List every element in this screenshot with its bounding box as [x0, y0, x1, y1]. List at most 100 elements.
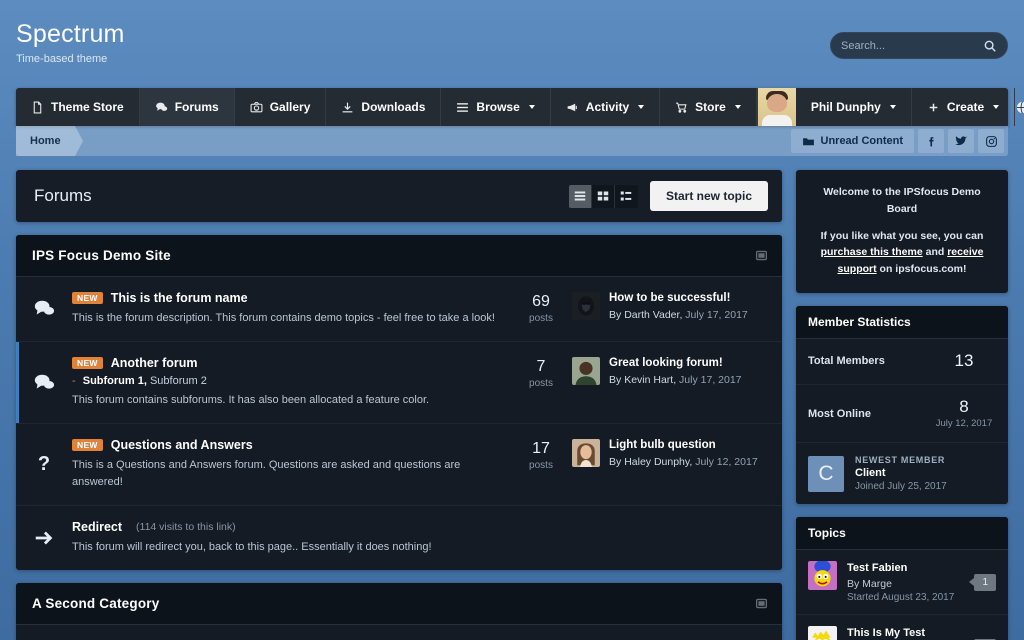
forum-icon-cell — [16, 520, 72, 556]
subforum-link[interactable]: Subforum 2 — [150, 375, 207, 387]
list-item[interactable]: This Is My Test By Bart Started August 1… — [796, 615, 1008, 640]
post-count: 17 — [532, 440, 550, 458]
nav-item-forums[interactable]: Forums — [139, 88, 235, 126]
breadcrumb-home[interactable]: Home — [16, 126, 83, 156]
create-menu-button[interactable]: Create — [912, 88, 1016, 126]
forum-name-link[interactable]: Questions and Answers — [111, 438, 253, 452]
member-statistics-title: Member Statistics — [796, 305, 1008, 339]
last-post-date: July 12, 2017 — [695, 455, 758, 468]
notifications-globe-button[interactable] — [1015, 88, 1024, 126]
nav-item-store[interactable]: Store — [660, 88, 757, 126]
kevin-hart-avatar[interactable] — [572, 357, 600, 386]
breadcrumb-spacer — [75, 126, 791, 156]
last-post-title[interactable]: How to be successful! — [609, 292, 748, 306]
forum-row-redirect[interactable]: Redirect (114 visits to this link) This … — [16, 506, 782, 570]
haley-dunphy-avatar[interactable] — [572, 439, 600, 468]
category-title: IPS Focus Demo Site — [32, 248, 171, 263]
forum-row[interactable]: NEW Another forum - Subforum 1, Subforum… — [16, 342, 782, 425]
forum-description: This is a Questions and Answers forum. Q… — [72, 459, 461, 489]
purchase-theme-link[interactable]: purchase this theme — [821, 246, 923, 258]
forum-row[interactable]: NEW This forum name is a little longer t… — [16, 625, 782, 640]
forum-info: Redirect (114 visits to this link) This … — [72, 520, 510, 556]
nav-item-downloads[interactable]: Downloads — [326, 88, 442, 126]
by-prefix: By — [609, 455, 622, 468]
newest-member-avatar[interactable]: C — [808, 455, 844, 492]
forum-info: NEW Another forum - Subforum 1, Subforum… — [72, 356, 510, 409]
last-post-date: July 17, 2017 — [685, 308, 748, 321]
page-body: Forums Start new topic IPS Focus Demo Si… — [0, 156, 1024, 640]
chevron-down-icon — [528, 105, 535, 109]
forum-name-link[interactable]: This is the forum name — [111, 291, 248, 305]
stat-row: Total Members 13 — [796, 339, 1008, 385]
forum-row[interactable]: ? NEW Questions and Answers This is a Qu… — [16, 424, 782, 507]
collapse-icon[interactable] — [755, 597, 768, 610]
forum-icon-cell — [16, 356, 72, 409]
topic-info: This Is My Test By Bart Started August 1… — [847, 626, 964, 640]
forum-icon-cell — [16, 291, 72, 327]
topic-title[interactable]: This Is My Test — [847, 626, 964, 640]
topics-title: Topics — [796, 517, 1008, 551]
bart-avatar[interactable] — [808, 626, 837, 640]
search-box[interactable] — [830, 32, 1008, 59]
search-input[interactable] — [841, 39, 983, 52]
list-item[interactable]: Test Fabien By Marge Started August 23, … — [796, 550, 1008, 616]
subforum-dash: - — [72, 375, 76, 388]
last-post-title[interactable]: Great looking forum! — [609, 357, 742, 371]
forum-name-link[interactable]: Redirect — [72, 520, 122, 534]
comments-icon — [155, 102, 167, 111]
collapse-icon[interactable] — [755, 249, 768, 262]
by-prefix: By — [609, 373, 622, 386]
welcome-panel: Welcome to the IPSfocus Demo Board If yo… — [796, 170, 1008, 293]
user-avatar[interactable] — [757, 88, 796, 126]
darth-vader-avatar[interactable] — [572, 292, 600, 320]
last-post-author[interactable]: Darth Vader, — [624, 309, 682, 321]
topic-author: By Marge — [847, 578, 892, 591]
page-header: Forums Start new topic — [16, 170, 782, 222]
marge-avatar[interactable] — [808, 561, 837, 591]
chevron-down-icon — [638, 105, 645, 109]
main-navigation: Theme Store Forums Gallery Downloads Bro… — [16, 88, 1024, 126]
topic-info: Test Fabien By Marge Started August 23, … — [847, 561, 964, 603]
forum-name-link[interactable]: Another forum — [111, 356, 198, 370]
question-icon: ? — [37, 453, 51, 476]
last-post-meta: By Darth Vader, July 17, 2017 — [609, 309, 748, 321]
view-mode-table-button[interactable] — [614, 184, 638, 208]
view-mode-grid-button[interactable] — [591, 184, 615, 208]
stat-date: July 12, 2017 — [935, 418, 993, 430]
user-menu-button[interactable]: Phil Dunphy — [796, 88, 912, 126]
new-badge: NEW — [72, 356, 103, 370]
welcome-body: If you like what you see, you can purcha… — [808, 228, 996, 278]
last-post-author[interactable]: Haley Dunphy, — [624, 456, 692, 468]
start-new-topic-button[interactable]: Start new topic — [649, 181, 768, 211]
last-post-author[interactable]: Kevin Hart, — [624, 374, 676, 386]
last-post-title[interactable]: Light bulb question — [609, 439, 758, 453]
unread-label: Unread Content — [820, 135, 904, 147]
view-mode-list-button[interactable] — [568, 184, 592, 208]
nav-label: Gallery — [269, 100, 311, 114]
search-icon[interactable] — [983, 39, 997, 53]
list-icon — [457, 102, 469, 112]
last-post-cell — [572, 520, 768, 556]
nav-item-theme-store[interactable]: Theme Store — [16, 88, 140, 126]
forum-description: This is the forum description. This foru… — [72, 312, 495, 324]
main-column: Forums Start new topic IPS Focus Demo Si… — [16, 170, 782, 640]
redirect-visit-count: (114 visits to this link) — [136, 521, 236, 534]
unread-content-button[interactable]: Unread Content — [790, 129, 914, 153]
forum-row[interactable]: NEW This is the forum name This is the f… — [16, 277, 782, 343]
subforum-link[interactable]: Subforum 1, — [83, 375, 147, 387]
nav-item-browse[interactable]: Browse — [441, 88, 551, 126]
facebook-button[interactable] — [918, 129, 944, 153]
instagram-button[interactable] — [978, 129, 1004, 153]
download-icon — [343, 102, 353, 112]
nav-label: Activity — [585, 100, 630, 114]
list-view-icon — [574, 191, 586, 201]
topic-title[interactable]: Test Fabien — [847, 561, 964, 576]
nav-item-gallery[interactable]: Gallery — [235, 88, 327, 126]
last-post-cell: How to be successful! By Darth Vader, Ju… — [572, 291, 768, 327]
newest-member-row[interactable]: C NEWEST MEMBER Client Joined July 25, 2… — [796, 443, 1008, 504]
stat-value: 8 — [959, 396, 969, 416]
nav-item-activity[interactable]: Activity — [551, 88, 661, 126]
page-title: Forums — [34, 186, 92, 205]
twitter-button[interactable] — [948, 129, 974, 153]
newest-member-name[interactable]: Client — [855, 467, 947, 479]
